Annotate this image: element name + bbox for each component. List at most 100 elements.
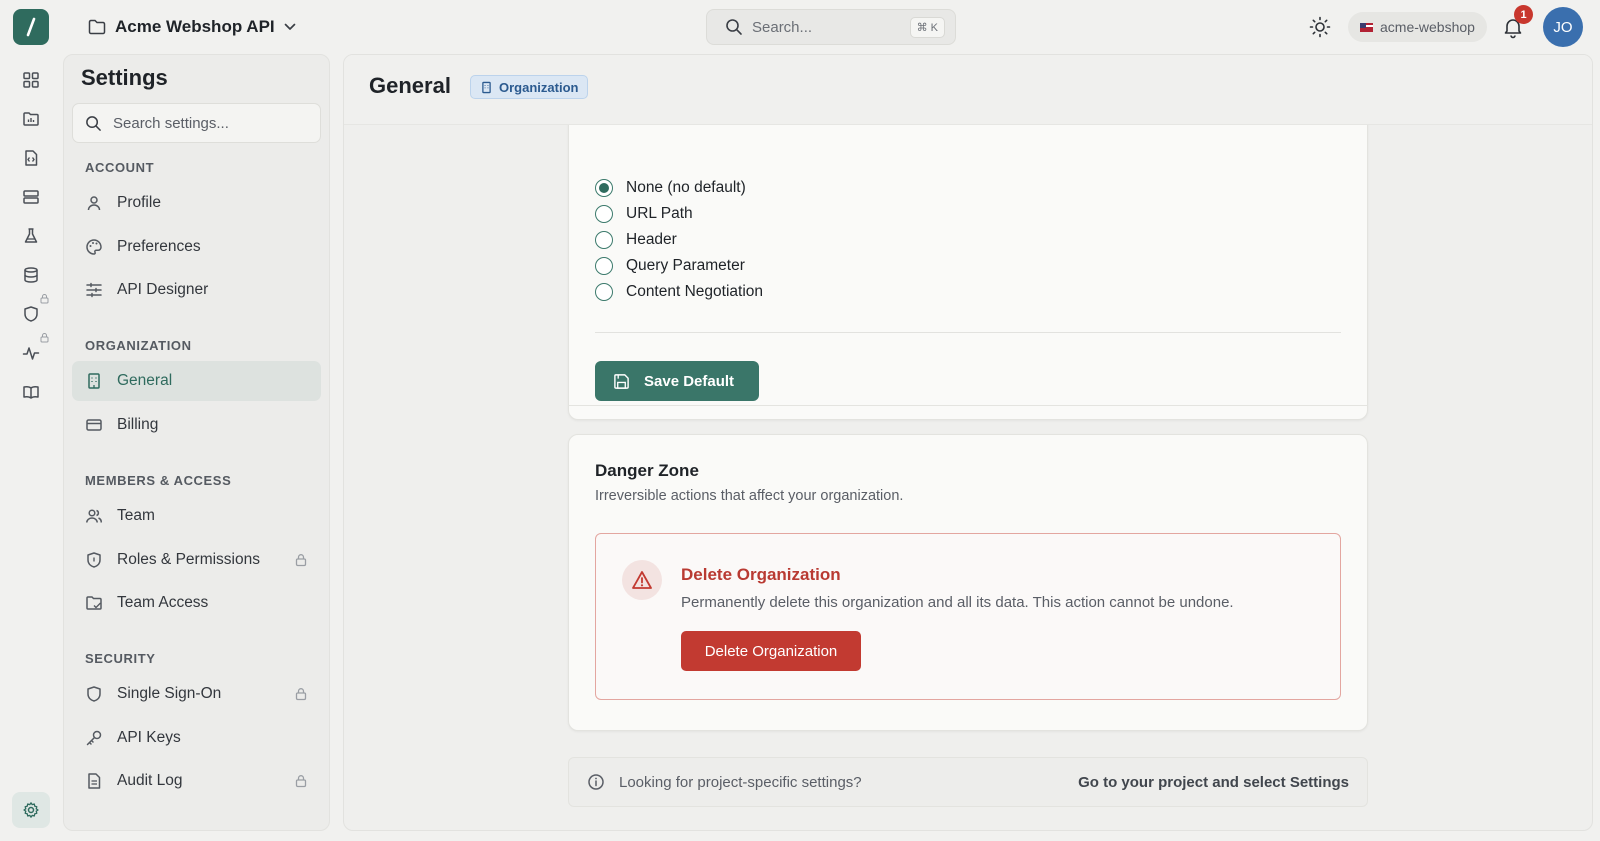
sidebar-item-audit-log[interactable]: Audit Log bbox=[72, 761, 321, 801]
sidebar-item-label: Single Sign-On bbox=[117, 685, 222, 702]
shield-icon bbox=[24, 306, 38, 322]
project-switcher[interactable]: Acme Webshop API bbox=[88, 12, 296, 42]
section-security: SECURITY bbox=[85, 651, 156, 666]
radio-option-query-parameter[interactable]: Query Parameter bbox=[595, 254, 745, 278]
radio-option-content-negotiation[interactable]: Content Negotiation bbox=[595, 280, 763, 304]
radio-option-header[interactable]: Header bbox=[595, 228, 677, 252]
rail-dashboard[interactable] bbox=[19, 68, 43, 92]
sidebar-title: Settings bbox=[81, 65, 168, 90]
file-code-icon bbox=[25, 150, 38, 166]
danger-zone-subtitle: Irreversible actions that affect your or… bbox=[595, 488, 904, 504]
radio-label: Query Parameter bbox=[626, 257, 745, 274]
sidebar-item-team[interactable]: Team bbox=[72, 496, 321, 536]
hint-text: Looking for project-specific settings? bbox=[619, 773, 862, 791]
radio-option-none[interactable]: None (no default) bbox=[595, 176, 746, 200]
info-icon bbox=[588, 774, 604, 790]
search-shortcut: ⌘ K bbox=[909, 16, 945, 38]
danger-zone-title: Danger Zone bbox=[595, 461, 699, 480]
sidebar-item-sso[interactable]: Single Sign-On bbox=[72, 674, 321, 714]
rail-servers[interactable] bbox=[19, 185, 43, 209]
search-icon bbox=[726, 19, 742, 35]
lock-icon bbox=[295, 775, 307, 788]
sidebar-item-billing[interactable]: Billing bbox=[72, 405, 321, 445]
rail-security[interactable] bbox=[19, 302, 43, 326]
sidebar-item-profile[interactable]: Profile bbox=[72, 183, 321, 223]
slash-logo-icon bbox=[26, 17, 36, 37]
sidebar-item-general[interactable]: General bbox=[72, 361, 321, 401]
delete-organization-description: Permanently delete this organization and… bbox=[681, 594, 1234, 611]
sidebar-item-api-keys[interactable]: API Keys bbox=[72, 718, 321, 758]
hint-link[interactable]: Go to your project and select Settings bbox=[1078, 774, 1349, 791]
rail-projects[interactable] bbox=[19, 107, 43, 131]
delete-organization-box: Delete Organization Permanently delete t… bbox=[595, 533, 1341, 700]
building-icon bbox=[88, 373, 100, 389]
flag-us-icon bbox=[1360, 22, 1373, 32]
divider bbox=[595, 332, 1341, 333]
radio-button[interactable] bbox=[595, 179, 613, 197]
save-icon bbox=[614, 373, 629, 389]
default-versioning-card: None (no default) URL Path Header Query … bbox=[568, 105, 1368, 420]
radio-option-url-path[interactable]: URL Path bbox=[595, 202, 693, 226]
sidebar-item-label: Billing bbox=[117, 416, 159, 433]
sidebar-item-label: Profile bbox=[117, 194, 161, 211]
sidebar-item-preferences[interactable]: Preferences bbox=[72, 227, 321, 267]
file-text-icon bbox=[88, 773, 101, 789]
section-account: ACCOUNT bbox=[85, 160, 155, 175]
rail-code[interactable] bbox=[19, 146, 43, 170]
folder-check-icon bbox=[86, 596, 102, 610]
book-open-icon bbox=[23, 385, 39, 399]
rail-docs[interactable] bbox=[19, 380, 43, 404]
sidebar-item-label: API Designer bbox=[117, 281, 209, 298]
sidebar-item-label: Team bbox=[117, 507, 155, 524]
user-avatar[interactable]: JO bbox=[1543, 7, 1583, 47]
project-settings-hint: Looking for project-specific settings? G… bbox=[568, 757, 1368, 807]
global-search[interactable]: Search... ⌘ K bbox=[706, 9, 956, 45]
search-placeholder: Search... bbox=[752, 18, 813, 36]
folder-icon bbox=[88, 19, 106, 35]
save-default-label: Save Default bbox=[644, 372, 735, 390]
settings-search-placeholder: Search settings... bbox=[113, 114, 229, 132]
scope-badge-label: Organization bbox=[499, 79, 579, 95]
activity-icon bbox=[22, 347, 40, 360]
rail-testing[interactable] bbox=[19, 224, 43, 248]
save-default-button[interactable]: Save Default bbox=[595, 361, 759, 401]
sidebar-item-label: API Keys bbox=[117, 729, 181, 746]
section-separator bbox=[568, 405, 1368, 406]
settings-search-input[interactable]: Search settings... bbox=[72, 103, 321, 143]
org-switcher[interactable]: acme-webshop bbox=[1348, 12, 1487, 42]
theme-toggle-button[interactable] bbox=[1309, 16, 1331, 38]
radio-button[interactable] bbox=[595, 205, 613, 223]
sliders-icon bbox=[86, 282, 102, 298]
sidebar-item-roles-permissions[interactable]: Roles & Permissions bbox=[72, 540, 321, 580]
app-logo[interactable] bbox=[13, 9, 49, 45]
sidebar-item-api-designer[interactable]: API Designer bbox=[72, 270, 321, 310]
rail-monitoring[interactable] bbox=[19, 341, 43, 365]
chevron-down-icon bbox=[284, 23, 295, 30]
notification-count-badge: 1 bbox=[1514, 5, 1533, 24]
sidebar-item-team-access[interactable]: Team Access bbox=[72, 583, 321, 623]
sidebar-item-label: Team Access bbox=[117, 594, 209, 611]
app-window: Acme Webshop API Search... ⌘ K acme-webs… bbox=[0, 0, 1600, 841]
radio-button[interactable] bbox=[595, 283, 613, 301]
key-icon bbox=[86, 730, 102, 746]
palette-icon bbox=[86, 239, 102, 255]
rail-database[interactable] bbox=[19, 263, 43, 287]
radio-label: Content Negotiation bbox=[626, 283, 764, 300]
sidebar-item-label: Audit Log bbox=[117, 772, 183, 789]
users-icon bbox=[86, 509, 102, 523]
radio-button[interactable] bbox=[595, 257, 613, 275]
section-organization: ORGANIZATION bbox=[85, 338, 192, 353]
radio-label: URL Path bbox=[626, 205, 693, 222]
server-icon bbox=[23, 190, 39, 204]
sidebar-item-label: General bbox=[117, 372, 173, 389]
org-slug: acme-webshop bbox=[1380, 19, 1475, 35]
radio-button[interactable] bbox=[595, 231, 613, 249]
delete-organization-title: Delete Organization bbox=[681, 565, 841, 584]
lock-icon bbox=[295, 688, 307, 701]
delete-organization-button[interactable]: Delete Organization bbox=[681, 631, 861, 671]
rail-settings[interactable] bbox=[12, 792, 50, 828]
shield-icon bbox=[87, 686, 101, 702]
top-bar: Acme Webshop API Search... ⌘ K acme-webs… bbox=[0, 0, 1600, 54]
project-name: Acme Webshop API bbox=[115, 17, 275, 36]
search-icon bbox=[86, 115, 101, 131]
